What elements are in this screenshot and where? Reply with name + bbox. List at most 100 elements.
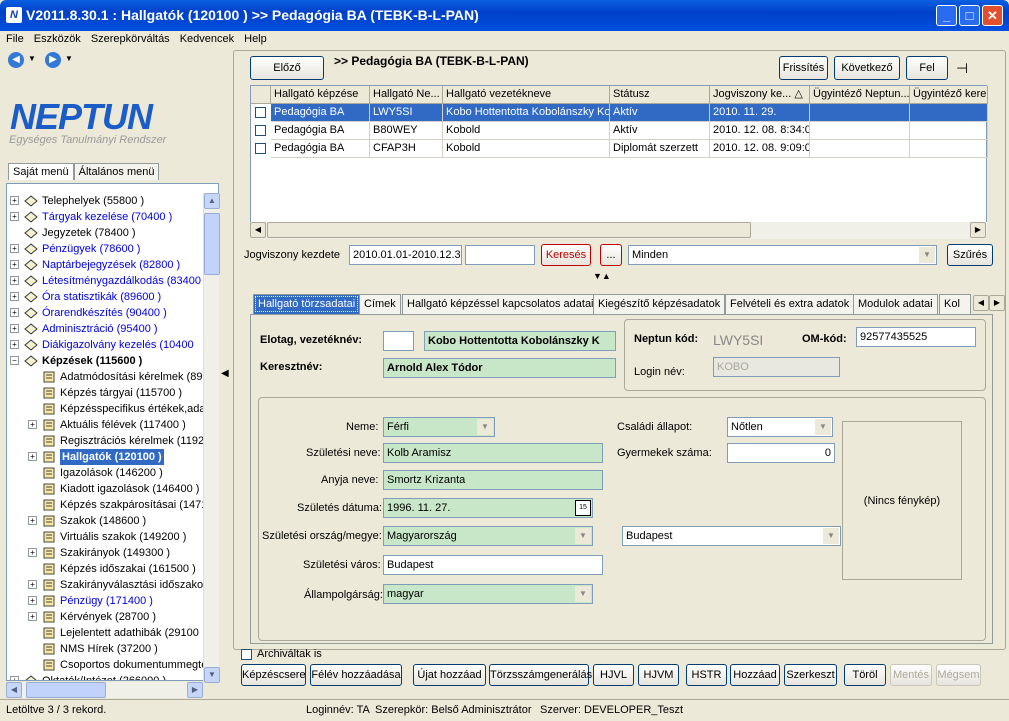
hscroll-thumb[interactable]: [26, 682, 106, 698]
hjvm-button[interactable]: HJVM: [638, 664, 679, 686]
calendar-icon[interactable]: 15: [575, 500, 591, 516]
firstname-field[interactable]: Arnold Alex Tódor: [383, 358, 616, 378]
hstr-button[interactable]: HSTR: [686, 664, 727, 686]
grid-scroll-left-icon[interactable]: ◀: [250, 222, 266, 238]
table-row[interactable]: Pedagógia BA LWY5SI Kobo Hottentotta Kobol…: [251, 104, 988, 122]
chevron-down-icon[interactable]: ▼: [919, 247, 935, 263]
next-button[interactable]: Következő: [834, 56, 900, 80]
back-dropdown-icon[interactable]: ▼: [28, 54, 36, 63]
tab-sajat-menu[interactable]: Saját menü: [8, 163, 74, 180]
forward-dropdown-icon[interactable]: ▼: [65, 54, 73, 63]
tab-torzsadatok[interactable]: Hallgató törzsadatai: [253, 294, 361, 314]
splitter-arrows-icon[interactable]: ▼▲: [593, 271, 611, 281]
marital-select[interactable]: Nőtlen ▼: [727, 417, 833, 437]
tab-kepzes-adatai[interactable]: Hallgató képzéssel kapcsolatos adatai: [402, 294, 599, 314]
tab-cimek[interactable]: Címek: [359, 294, 401, 314]
tab-felveteli[interactable]: Felvételi és extra adatok: [725, 294, 855, 314]
chevron-down-icon[interactable]: ▼: [815, 419, 831, 435]
cancel-button[interactable]: Mégsem: [936, 664, 981, 686]
birth-country-select[interactable]: Magyarország ▼: [383, 526, 593, 546]
expand-icon[interactable]: +: [28, 516, 37, 525]
row-checkbox[interactable]: [255, 125, 266, 136]
column-header[interactable]: Státusz: [610, 86, 710, 104]
birthname-field[interactable]: Kolb Aramisz: [383, 443, 603, 463]
expand-icon[interactable]: +: [28, 596, 37, 605]
prev-button[interactable]: Előző: [250, 56, 324, 80]
forward-icon[interactable]: ▶: [45, 52, 61, 68]
grid-scroll-right-icon[interactable]: ▶: [970, 222, 986, 238]
om-code-field[interactable]: 92577435525: [856, 327, 976, 347]
hjvl-button[interactable]: HJVL: [593, 664, 634, 686]
scroll-thumb[interactable]: [204, 213, 220, 275]
expand-icon[interactable]: +: [28, 612, 37, 621]
chevron-down-icon[interactable]: ▼: [575, 586, 591, 602]
login-name-field[interactable]: KOBO: [713, 357, 840, 377]
status-filter-select[interactable]: Minden ▼: [628, 245, 937, 265]
prefix-field[interactable]: [383, 331, 414, 351]
menu-help[interactable]: Help: [244, 33, 267, 45]
grid-horizontal-scrollbar[interactable]: ◀ ▶: [250, 222, 987, 239]
row-checkbox[interactable]: [255, 143, 266, 154]
minimize-button[interactable]: _: [936, 5, 957, 26]
expand-icon[interactable]: +: [10, 324, 19, 333]
add-button[interactable]: Hozzáad: [730, 664, 780, 686]
column-header[interactable]: Hallgató képzése: [271, 86, 370, 104]
column-header[interactable]: Ügyintéző Neptun...: [810, 86, 910, 104]
column-header[interactable]: Hallgató vezetékneve: [443, 86, 610, 104]
maximize-button[interactable]: □: [959, 5, 980, 26]
torzsszam-button[interactable]: Törzsszámgenerálás: [489, 664, 592, 686]
save-button[interactable]: Mentés: [890, 664, 932, 686]
tab-kol[interactable]: Kol: [939, 294, 971, 314]
menu-szerepkorvaltas[interactable]: Szerepkörváltás: [91, 33, 170, 45]
felev-hozzaadasa-button[interactable]: Félév hozzáadása: [310, 664, 402, 686]
refresh-button[interactable]: Frissítés: [779, 56, 828, 80]
birth-city-field[interactable]: Budapest: [383, 555, 603, 575]
tab-altalanos-menu[interactable]: Általános menü: [73, 163, 160, 180]
kepzescsere-button[interactable]: Képzéscsere: [241, 664, 306, 686]
expand-icon[interactable]: +: [10, 292, 19, 301]
citizenship-select[interactable]: magyar ▼: [383, 584, 593, 604]
date-range-extra-field[interactable]: [465, 245, 535, 265]
tabs-scroll-left-icon[interactable]: ◀: [973, 295, 989, 311]
tabs-scroll-right-icon[interactable]: ▶: [989, 295, 1005, 311]
gender-select[interactable]: Férfi ▼: [383, 417, 495, 437]
expand-icon[interactable]: +: [10, 308, 19, 317]
grid-scroll-thumb[interactable]: [267, 222, 751, 238]
scroll-left-icon[interactable]: ◀: [6, 682, 22, 698]
scroll-right-icon[interactable]: ▶: [187, 682, 203, 698]
scroll-down-icon[interactable]: ▼: [204, 667, 220, 683]
tab-modulok[interactable]: Modulok adatai: [853, 294, 938, 314]
tree-horizontal-scrollbar[interactable]: ◀ ▶: [6, 682, 203, 698]
birthdate-field[interactable]: 1996. 11. 27. 15: [383, 498, 593, 518]
expand-icon[interactable]: +: [10, 276, 19, 285]
children-field[interactable]: 0: [727, 443, 835, 463]
delete-button[interactable]: Töröl: [844, 664, 886, 686]
table-row[interactable]: Pedagógia BA B80WEY Kobold Aktív 2010. 12. 0…: [251, 122, 988, 140]
table-row[interactable]: Pedagógia BA CFAP3H Kobold Diplomát szerzet…: [251, 140, 988, 158]
collapse-left-panel-icon[interactable]: ◀: [221, 368, 231, 382]
expand-icon[interactable]: +: [28, 580, 37, 589]
row-checkbox[interactable]: [255, 107, 266, 118]
menu-eszkozok[interactable]: Eszközök: [34, 33, 81, 45]
ellipsis-button[interactable]: ...: [600, 244, 622, 266]
search-button[interactable]: Keresés: [541, 244, 591, 266]
expand-icon[interactable]: +: [10, 196, 19, 205]
filter-button[interactable]: Szűrés: [947, 244, 993, 266]
column-header[interactable]: Hallgató Ne...: [370, 86, 443, 104]
tab-kiegeszito[interactable]: Kiegészítő képzésadatok: [593, 294, 726, 314]
birth-county-select[interactable]: Budapest ▼: [622, 526, 841, 546]
collapse-icon[interactable]: −: [10, 356, 19, 365]
edit-button[interactable]: Szerkeszt: [784, 664, 837, 686]
chevron-down-icon[interactable]: ▼: [575, 528, 591, 544]
back-icon[interactable]: ◀: [8, 52, 24, 68]
expand-icon[interactable]: +: [10, 676, 19, 680]
expand-icon[interactable]: +: [28, 420, 37, 429]
scroll-up-icon[interactable]: ▲: [204, 193, 220, 209]
menu-kedvencek[interactable]: Kedvencek: [180, 33, 234, 45]
up-button[interactable]: Fel: [906, 56, 948, 80]
expand-icon[interactable]: +: [10, 212, 19, 221]
ujat-hozzaad-button[interactable]: Újat hozzáad: [413, 664, 486, 686]
mother-name-field[interactable]: Smortz Krizanta: [383, 470, 603, 490]
expand-icon[interactable]: +: [28, 548, 37, 557]
chevron-down-icon[interactable]: ▼: [823, 528, 839, 544]
